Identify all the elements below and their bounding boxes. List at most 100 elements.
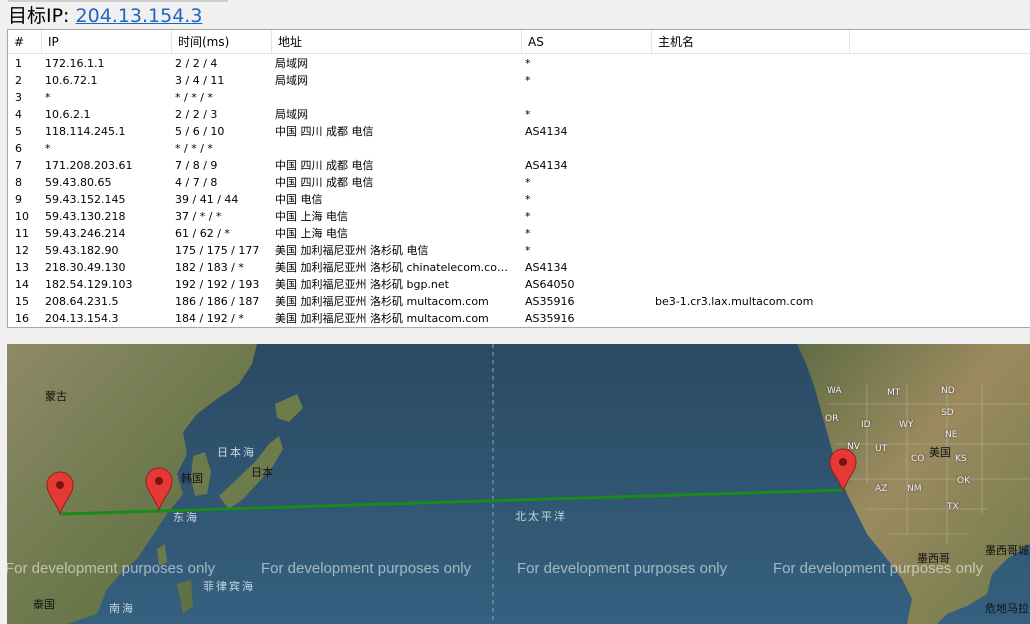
hop-ip-cell: 171.208.203.61 <box>45 159 133 172</box>
map-label-mt: MT <box>887 388 901 398</box>
hop-hostname-cell <box>652 259 852 276</box>
table-row[interactable]: 12 59.43.182.90 175 / 175 / 177 美国 加利福尼亚州 洛… <box>8 242 1030 259</box>
hop-ip-cell: * <box>45 91 51 104</box>
hop-as-cell: AS35916 <box>525 312 575 325</box>
hop-location-cell <box>272 140 518 157</box>
hop-location-cell: 局域网 <box>275 108 308 121</box>
map-label-thailand: 泰国 <box>33 598 55 611</box>
hop-time-cell: 3 / 4 / 11 <box>175 74 225 87</box>
hop-hostname-cell <box>652 174 852 191</box>
map-label-philippine-sea: 菲律宾海 <box>203 580 255 593</box>
hop-index-cell: 14 <box>15 278 29 291</box>
table-row[interactable]: 14 182.54.129.103 192 / 192 / 193 美国 加利福尼亚州… <box>8 276 1030 293</box>
hop-as-cell <box>522 140 652 157</box>
table-row[interactable]: 4 10.6.2.1 2 / 2 / 3 局域网 * <box>8 106 1030 123</box>
hop-hostname-cell <box>652 242 852 259</box>
map-marker-pin-los-angeles[interactable] <box>829 448 857 492</box>
hop-location-cell: 中国 上海 电信 <box>275 210 348 223</box>
hop-time-cell: 2 / 2 / 4 <box>175 57 218 70</box>
map-label-ut: UT <box>875 444 888 454</box>
map-label-korea: 韩国 <box>181 472 203 485</box>
table-row[interactable]: 13 218.30.49.130 182 / 183 / * 美国 加利福尼亚州 洛杉… <box>8 259 1030 276</box>
column-header-location[interactable]: 地址 <box>272 30 522 54</box>
hop-as-cell: * <box>525 108 531 121</box>
map-label-sd: SD <box>941 408 954 418</box>
table-row[interactable]: 9 59.43.152.145 39 / 41 / 44 中国 电信 * <box>8 191 1030 208</box>
hop-location-cell: 局域网 <box>275 74 308 87</box>
table-row[interactable]: 3 * * / * / * <box>8 89 1030 106</box>
table-row[interactable]: 5 118.114.245.1 5 / 6 / 10 中国 四川 成都 电信 AS413… <box>8 123 1030 140</box>
hop-index-cell: 6 <box>15 142 22 155</box>
hop-location-cell: 美国 加利福尼亚州 洛杉矶 chinatelecom.com.cn <box>275 261 518 274</box>
table-row[interactable]: 7 171.208.203.61 7 / 8 / 9 中国 四川 成都 电信 AS413… <box>8 157 1030 174</box>
hop-location-cell: 中国 四川 成都 电信 <box>275 176 374 189</box>
map-marker-pin-chengdu[interactable] <box>46 471 74 515</box>
route-map[interactable]: 蒙古 韩国 日本 日本海 东海 北太平洋 泰国 南海 菲律宾海 美国 墨西哥 墨… <box>7 344 1030 624</box>
map-label-north-pacific: 北太平洋 <box>515 510 567 523</box>
column-header-hostname[interactable]: 主机名 <box>652 30 850 54</box>
hop-as-cell: * <box>525 74 531 87</box>
map-label-mexico-city: 墨西哥城 <box>985 544 1029 557</box>
hop-time-cell: 192 / 192 / 193 <box>175 278 260 291</box>
table-row[interactable]: 11 59.43.246.214 61 / 62 / * 中国 上海 电信 * <box>8 225 1030 242</box>
hop-location-cell: 美国 加利福尼亚州 洛杉矶 bgp.net <box>275 278 449 291</box>
watermark: For development purposes only <box>261 560 472 577</box>
map-marker-pin-shanghai[interactable] <box>145 467 173 511</box>
hop-time-cell: 2 / 2 / 3 <box>175 108 218 121</box>
target-ip-link[interactable]: 204.13.154.3 <box>76 5 203 27</box>
table-row[interactable]: 8 59.43.80.65 4 / 7 / 8 中国 四川 成都 电信 * <box>8 174 1030 191</box>
top-divider <box>8 0 228 2</box>
hop-index-cell: 16 <box>15 312 29 325</box>
map-label-ne: NE <box>945 430 958 440</box>
target-ip-label: 目标IP: <box>8 5 76 27</box>
hop-time-cell: 186 / 186 / 187 <box>175 295 260 308</box>
column-header-time[interactable]: 时间(ms) <box>172 30 272 54</box>
column-header-ip[interactable]: IP <box>42 30 172 54</box>
hop-as-cell: * <box>525 210 531 223</box>
hop-as-cell <box>522 89 652 106</box>
map-label-japan: 日本 <box>251 466 273 479</box>
table-row[interactable]: 2 10.6.72.1 3 / 4 / 11 局域网 * <box>8 72 1030 89</box>
hop-time-cell: 5 / 6 / 10 <box>175 125 225 138</box>
hop-ip-cell: 218.30.49.130 <box>45 261 126 274</box>
hop-index-cell: 10 <box>15 210 29 223</box>
table-row[interactable]: 16 204.13.154.3 184 / 192 / * 美国 加利福尼亚州 洛杉矶… <box>8 310 1030 327</box>
hop-as-cell: AS64050 <box>525 278 575 291</box>
map-label-nd: ND <box>941 386 955 396</box>
hop-time-cell: 7 / 8 / 9 <box>175 159 218 172</box>
column-header-index[interactable]: # <box>8 30 42 54</box>
hop-time-cell: * / * / * <box>175 142 213 155</box>
hop-hostname-cell <box>652 157 852 174</box>
hop-location-cell: 美国 加利福尼亚州 洛杉矶 电信 <box>275 244 429 257</box>
hop-location-cell: 中国 电信 <box>275 193 323 206</box>
hop-hostname-cell <box>652 140 852 157</box>
hop-as-cell: AS35916 <box>525 295 575 308</box>
hop-location-cell: 美国 加利福尼亚州 洛杉矶 multacom.com <box>275 312 489 325</box>
hop-ip-cell: 172.16.1.1 <box>45 57 105 70</box>
hop-as-cell: * <box>525 57 531 70</box>
table-row[interactable]: 6 * * / * / * <box>8 140 1030 157</box>
watermark: For development purposes only <box>517 560 728 577</box>
map-label-or: OR <box>825 414 839 424</box>
hop-as-cell: * <box>525 244 531 257</box>
map-label-guatemala: 危地马拉 <box>985 602 1029 615</box>
hop-ip-cell: 10.6.72.1 <box>45 74 98 87</box>
hop-location-cell: 中国 四川 成都 电信 <box>275 125 374 138</box>
hop-time-cell: 4 / 7 / 8 <box>175 176 218 189</box>
column-header-as[interactable]: AS <box>522 30 652 54</box>
table-row[interactable]: 15 208.64.231.5 186 / 186 / 187 美国 加利福尼亚州 洛… <box>8 293 1030 310</box>
table-row[interactable]: 1 172.16.1.1 2 / 2 / 4 局域网 * <box>8 55 1030 72</box>
hop-as-cell: * <box>525 193 531 206</box>
hop-ip-cell: 118.114.245.1 <box>45 125 126 138</box>
map-label-east-sea: 东海 <box>173 511 199 524</box>
hop-hostname-cell <box>652 89 852 106</box>
table-row[interactable]: 10 59.43.130.218 37 / * / * 中国 上海 电信 * <box>8 208 1030 225</box>
hop-index-cell: 13 <box>15 261 29 274</box>
hop-time-cell: 182 / 183 / * <box>175 261 244 274</box>
hop-time-cell: 61 / 62 / * <box>175 227 230 240</box>
hop-as-cell: AS4134 <box>525 125 568 138</box>
hop-ip-cell: 59.43.80.65 <box>45 176 112 189</box>
hop-index-cell: 12 <box>15 244 29 257</box>
hop-index-cell: 1 <box>15 57 22 70</box>
hop-location-cell: 中国 四川 成都 电信 <box>275 159 374 172</box>
